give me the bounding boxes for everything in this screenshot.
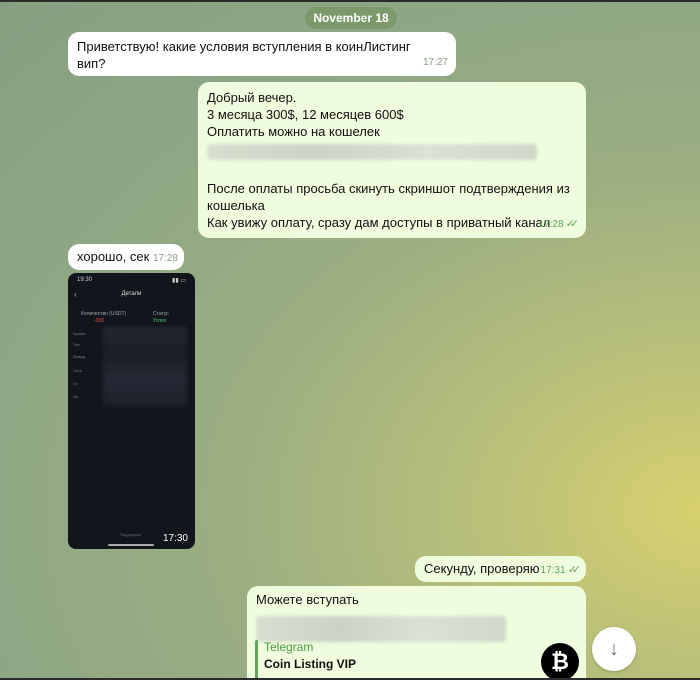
row-label: Сеть — [73, 368, 82, 373]
message-line: Оплатить можно на кошелек — [207, 124, 380, 139]
row-label: От — [73, 381, 78, 386]
message-text: Можете вступать — [256, 592, 359, 607]
window-top-edge — [0, 0, 700, 2]
signal-battery-icon: ▮▮ ▭ — [172, 278, 186, 284]
amount-value: -300 — [94, 318, 105, 324]
photo-message[interactable]: 19:30 ▮▮ ▭ ‹ Детали Количество (USDT) -3… — [68, 273, 195, 549]
message-time: 17:27 — [422, 57, 448, 68]
amount-label: Количество (USDT) — [81, 311, 127, 317]
redacted-wallet-address — [207, 144, 537, 160]
row-label: Вывод — [73, 354, 86, 359]
message-time: 17:30 — [162, 533, 188, 544]
message-outgoing[interactable]: Добрый вечер. 3 месяца 300$, 12 месяцев … — [198, 82, 586, 238]
phone-status-time: 19:30 — [77, 277, 93, 283]
message-line: После оплаты просьба скинуть скриншот по… — [207, 181, 570, 213]
message-line: Добрый вечер. — [207, 90, 297, 105]
message-time: 17:31 ✓✓ — [541, 562, 582, 579]
read-check-icon: ✓✓ — [565, 218, 580, 230]
phone-screen-title: Детали — [121, 291, 142, 297]
arrow-down-icon: ↓ — [609, 638, 619, 660]
link-preview[interactable]: Telegram Coin Listing VIP — [255, 640, 530, 680]
status-value: Успех — [153, 318, 167, 324]
link-preview-site: Telegram — [264, 640, 314, 654]
message-text: Приветствую! какие условия вступления в … — [77, 39, 411, 71]
message-line: Как увижу оплату, сразу дам доступы в пр… — [207, 215, 551, 230]
message-time: 17:28 ✓✓ — [539, 216, 580, 233]
message-line: 3 месяца 300$, 12 месяцев 600$ — [207, 107, 404, 122]
message-incoming[interactable]: Приветствую! какие условия вступления в … — [68, 32, 456, 76]
redacted-invite-link — [256, 616, 506, 642]
row-label: Тип — [73, 342, 80, 347]
message-outgoing[interactable]: Секунду, проверяю 17:31 ✓✓ — [415, 556, 586, 582]
scroll-down-button[interactable]: ↓ — [592, 627, 636, 671]
read-check-icon: ✓✓ — [567, 564, 582, 576]
row-label: На — [73, 394, 79, 399]
message-incoming[interactable]: хорошо, сек 17:28 — [68, 244, 184, 270]
bitcoin-icon: ₿ — [541, 643, 579, 680]
date-separator: November 18 — [305, 7, 397, 29]
status-label: Статус — [153, 311, 169, 317]
row-label: Время — [73, 331, 86, 336]
link-preview-title: Coin Listing VIP — [264, 657, 356, 671]
home-indicator — [108, 544, 154, 546]
message-time: 17:28 — [152, 253, 178, 264]
redacted-transaction-details — [103, 327, 187, 407]
phone-footer-text: Поддержка — [120, 532, 141, 537]
